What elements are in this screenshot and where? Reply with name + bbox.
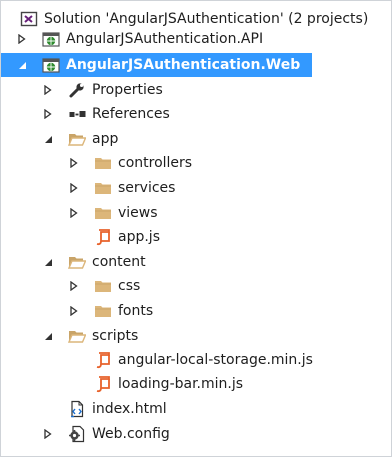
folder-icon — [94, 277, 112, 295]
tree-item-label: index.html — [92, 401, 167, 417]
expanded-arrow-icon[interactable] — [41, 127, 55, 151]
tree-item-index-html[interactable]: index.html — [1, 397, 392, 421]
js-file-icon — [94, 351, 112, 369]
collapsed-arrow-icon[interactable] — [67, 299, 81, 323]
tree-item-label: views — [118, 205, 158, 221]
folder-open-icon — [68, 327, 86, 345]
tree-item-label: AngularJSAuthentication.API — [66, 31, 264, 47]
collapsed-arrow-icon[interactable] — [67, 176, 81, 200]
wrench-icon — [68, 81, 86, 99]
tree-item-label: services — [118, 180, 176, 196]
folder-icon — [94, 302, 112, 320]
tree-item-app[interactable]: app — [1, 127, 392, 151]
tree-item-references[interactable]: References — [1, 102, 392, 126]
tree-item-app-js[interactable]: app.js — [1, 225, 392, 249]
collapsed-arrow-icon[interactable] — [67, 274, 81, 298]
js-file-icon — [94, 375, 112, 393]
tree-item-label: fonts — [118, 303, 154, 319]
collapsed-arrow-icon[interactable] — [41, 78, 55, 102]
folder-icon — [94, 204, 112, 222]
folder-icon — [94, 154, 112, 172]
web-project-icon — [42, 56, 60, 74]
tree-item-views[interactable]: views — [1, 201, 392, 225]
expanded-arrow-icon[interactable] — [15, 53, 29, 77]
tree-item-properties[interactable]: Properties — [1, 78, 392, 102]
tree-item-label: AngularJSAuthentication.Web — [66, 57, 301, 73]
js-file-icon — [94, 228, 112, 246]
tree-item-content[interactable]: content — [1, 250, 392, 274]
tree-item-scripts[interactable]: scripts — [1, 324, 392, 348]
tree-item-label: css — [118, 278, 141, 294]
expanded-arrow-icon[interactable] — [41, 250, 55, 274]
tree-item-label: app — [92, 131, 119, 147]
tree-item-fonts[interactable]: fonts — [1, 299, 392, 323]
collapsed-arrow-icon[interactable] — [15, 27, 29, 51]
collapsed-arrow-icon[interactable] — [41, 422, 55, 446]
tree-item-label: content — [92, 254, 146, 270]
tree-item-label: scripts — [92, 328, 139, 344]
tree-item-angularjsauthentication-web[interactable]: AngularJSAuthentication.Web — [1, 53, 392, 77]
solution-explorer-tree: Solution 'AngularJSAuthentication' (2 pr… — [0, 0, 392, 457]
config-file-icon — [68, 425, 86, 443]
tree-item-label: controllers — [118, 155, 193, 171]
tree-item-label: Web.config — [92, 426, 170, 442]
tree-item-label: Properties — [92, 82, 163, 98]
expanded-arrow-icon[interactable] — [41, 324, 55, 348]
tree-item-controllers[interactable]: controllers — [1, 151, 392, 175]
collapsed-arrow-icon[interactable] — [67, 151, 81, 175]
tree-item-angularjsauthentication-api[interactable]: AngularJSAuthentication.API — [1, 27, 392, 51]
tree-item-label: angular-local-storage.min.js — [118, 352, 313, 368]
folder-open-icon — [68, 130, 86, 148]
tree-item-label: app.js — [118, 229, 160, 245]
collapsed-arrow-icon[interactable] — [41, 102, 55, 126]
tree-item-loading-bar-min-js[interactable]: loading-bar.min.js — [1, 372, 392, 396]
tree-item-services[interactable]: services — [1, 176, 392, 200]
folder-open-icon — [68, 253, 86, 271]
tree-item-css[interactable]: css — [1, 274, 392, 298]
collapsed-arrow-icon[interactable] — [67, 201, 81, 225]
folder-icon — [94, 179, 112, 197]
tree-item-label: loading-bar.min.js — [118, 376, 244, 392]
references-icon — [68, 105, 86, 123]
html-file-icon — [68, 400, 86, 418]
tree-item-web-config[interactable]: Web.config — [1, 422, 392, 446]
web-project-icon — [42, 30, 60, 48]
solution-icon — [20, 10, 38, 28]
tree-item-label: References — [92, 106, 170, 122]
tree-item-angular-local-storage-min-js[interactable]: angular-local-storage.min.js — [1, 348, 392, 372]
